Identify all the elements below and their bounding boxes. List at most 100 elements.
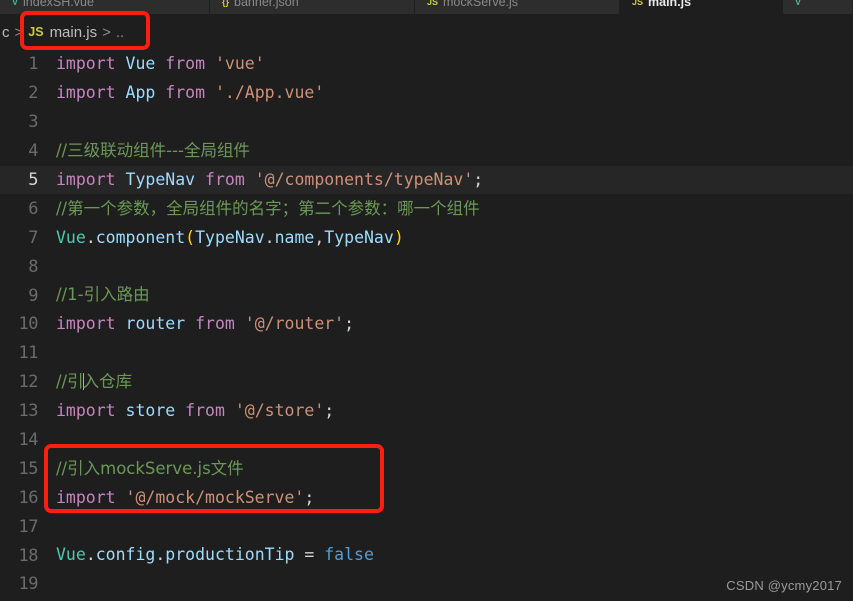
code-token: component (95, 227, 186, 247)
tab-extra[interactable]: V (783, 0, 853, 14)
code-line-text: Vue.component(TypeNav.name,TypeNav) (46, 227, 853, 247)
line-number: 19 (18, 574, 39, 595)
js-file-icon: JS (632, 0, 644, 7)
tab-indexsh-vue[interactable]: V indexSH.vue (0, 0, 210, 14)
code-token: . (85, 227, 96, 247)
code-token: '@/store' (234, 400, 325, 420)
code-token: import (56, 400, 116, 420)
code-token: //1-引入路由 (56, 285, 150, 305)
code-token: ( (185, 227, 196, 247)
code-token: ) (393, 227, 404, 247)
line-number: 11 (18, 343, 39, 364)
chevron-right-icon: > (102, 23, 111, 41)
breadcrumb: c > JS main.js > .. (0, 14, 853, 50)
editor-tab-strip: V indexSH.vue {} banner.json JS mockServ… (0, 0, 853, 14)
code-line[interactable]: 5 import TypeNav from '@/components/typeN… (0, 165, 853, 195)
code-token: //引入mockServe.js文件 (56, 458, 244, 478)
code-line[interactable]: 19 (0, 570, 853, 599)
code-token: Vue (56, 545, 86, 565)
code-token: import (56, 54, 116, 74)
code-token: Vue (56, 227, 86, 247)
code-line[interactable]: 6 //第一个参数，全局组件的名字；第二个参数：哪一个组件 (0, 194, 853, 223)
code-token: 入仓库 (82, 372, 133, 392)
code-token: '@/components/typeNav' (254, 169, 474, 189)
code-token: Vue (125, 54, 156, 74)
code-line-text: //第一个参数，全局组件的名字；第二个参数：哪一个组件 (46, 200, 853, 218)
tab-banner-json[interactable]: {} banner.json (210, 0, 415, 14)
code-line[interactable]: 11 (0, 339, 853, 368)
code-line[interactable]: 17 (0, 512, 853, 541)
line-number: 17 (18, 516, 39, 537)
breadcrumb-overflow[interactable]: .. (116, 24, 124, 41)
code-token: router (125, 314, 186, 334)
code-token: name (274, 227, 315, 247)
code-line[interactable]: 2 import App from './App.vue' (0, 79, 853, 108)
code-line[interactable]: 13 import store from '@/store'; (0, 397, 853, 426)
code-line-text: Vue.config.productionTip = false (46, 547, 853, 564)
code-line[interactable]: 7 Vue.component(TypeNav.name,TypeNav) (0, 223, 853, 252)
line-number: 2 (28, 83, 38, 104)
code-line[interactable]: 12 //引入仓库 (0, 368, 853, 397)
tab-main-js[interactable]: JS main.js (620, 0, 783, 14)
code-token: App (125, 83, 156, 103)
code-line[interactable]: 18 Vue.config.productionTip = false (0, 541, 853, 570)
code-token: ; (473, 169, 484, 189)
tab-label: banner.json (234, 0, 299, 9)
line-number: 4 (28, 141, 38, 162)
js-file-icon: JS (28, 25, 44, 39)
line-number: 6 (28, 198, 38, 219)
code-line[interactable]: 15 //引入mockServe.js文件 (0, 454, 853, 483)
breadcrumb-folder[interactable]: c (2, 24, 10, 41)
line-number: 9 (28, 285, 38, 306)
code-editor[interactable]: 1 import Vue from 'vue' 2 import App from '… (0, 50, 853, 601)
code-line-text: //引入仓库 (46, 373, 853, 391)
tab-mockserve-js[interactable]: JS mockServe.js (415, 0, 620, 14)
code-line[interactable]: 1 import Vue from 'vue' (0, 50, 853, 79)
line-number: 7 (28, 227, 38, 248)
code-token: import (56, 83, 116, 103)
code-token: './App.vue' (214, 83, 325, 103)
code-token: '@/router' (244, 314, 345, 334)
line-number: 14 (18, 430, 39, 451)
code-line-text: import '@/mock/mockServe'; (46, 487, 853, 507)
chevron-right-icon: > (14, 23, 24, 41)
breadcrumb-folder-label: c (2, 23, 10, 41)
code-token: store (125, 400, 176, 420)
line-number: 1 (28, 54, 38, 75)
breadcrumb-main-js[interactable]: JS main.js (28, 24, 97, 41)
code-token: TypeNav (324, 227, 394, 247)
code-token: from (165, 83, 206, 103)
code-line[interactable]: 14 (0, 426, 853, 455)
code-line[interactable]: 8 (0, 252, 853, 281)
line-number: 5 (28, 170, 38, 190)
code-line[interactable]: 16 import '@/mock/mockServe'; (0, 483, 853, 512)
code-token: from (195, 314, 235, 334)
code-line[interactable]: 9 //1-引入路由 (0, 281, 853, 310)
code-token: = (294, 545, 325, 565)
code-token: , (314, 227, 325, 247)
code-token: from (165, 54, 206, 74)
code-token: '@/mock/mockServe' (125, 487, 305, 507)
code-line[interactable]: 10 import router from '@/router'; (0, 310, 853, 339)
code-token: from (205, 169, 245, 189)
code-line[interactable]: 4 //三级联动组件---全局组件 (0, 137, 853, 166)
code-token: import (56, 487, 116, 507)
code-token: TypeNav (195, 227, 265, 247)
code-line[interactable]: 3 (0, 108, 853, 137)
watermark: CSDN @ycmy2017 (726, 578, 842, 593)
line-number: 18 (18, 545, 39, 566)
code-token: config (95, 545, 156, 565)
code-token: . (155, 545, 166, 565)
